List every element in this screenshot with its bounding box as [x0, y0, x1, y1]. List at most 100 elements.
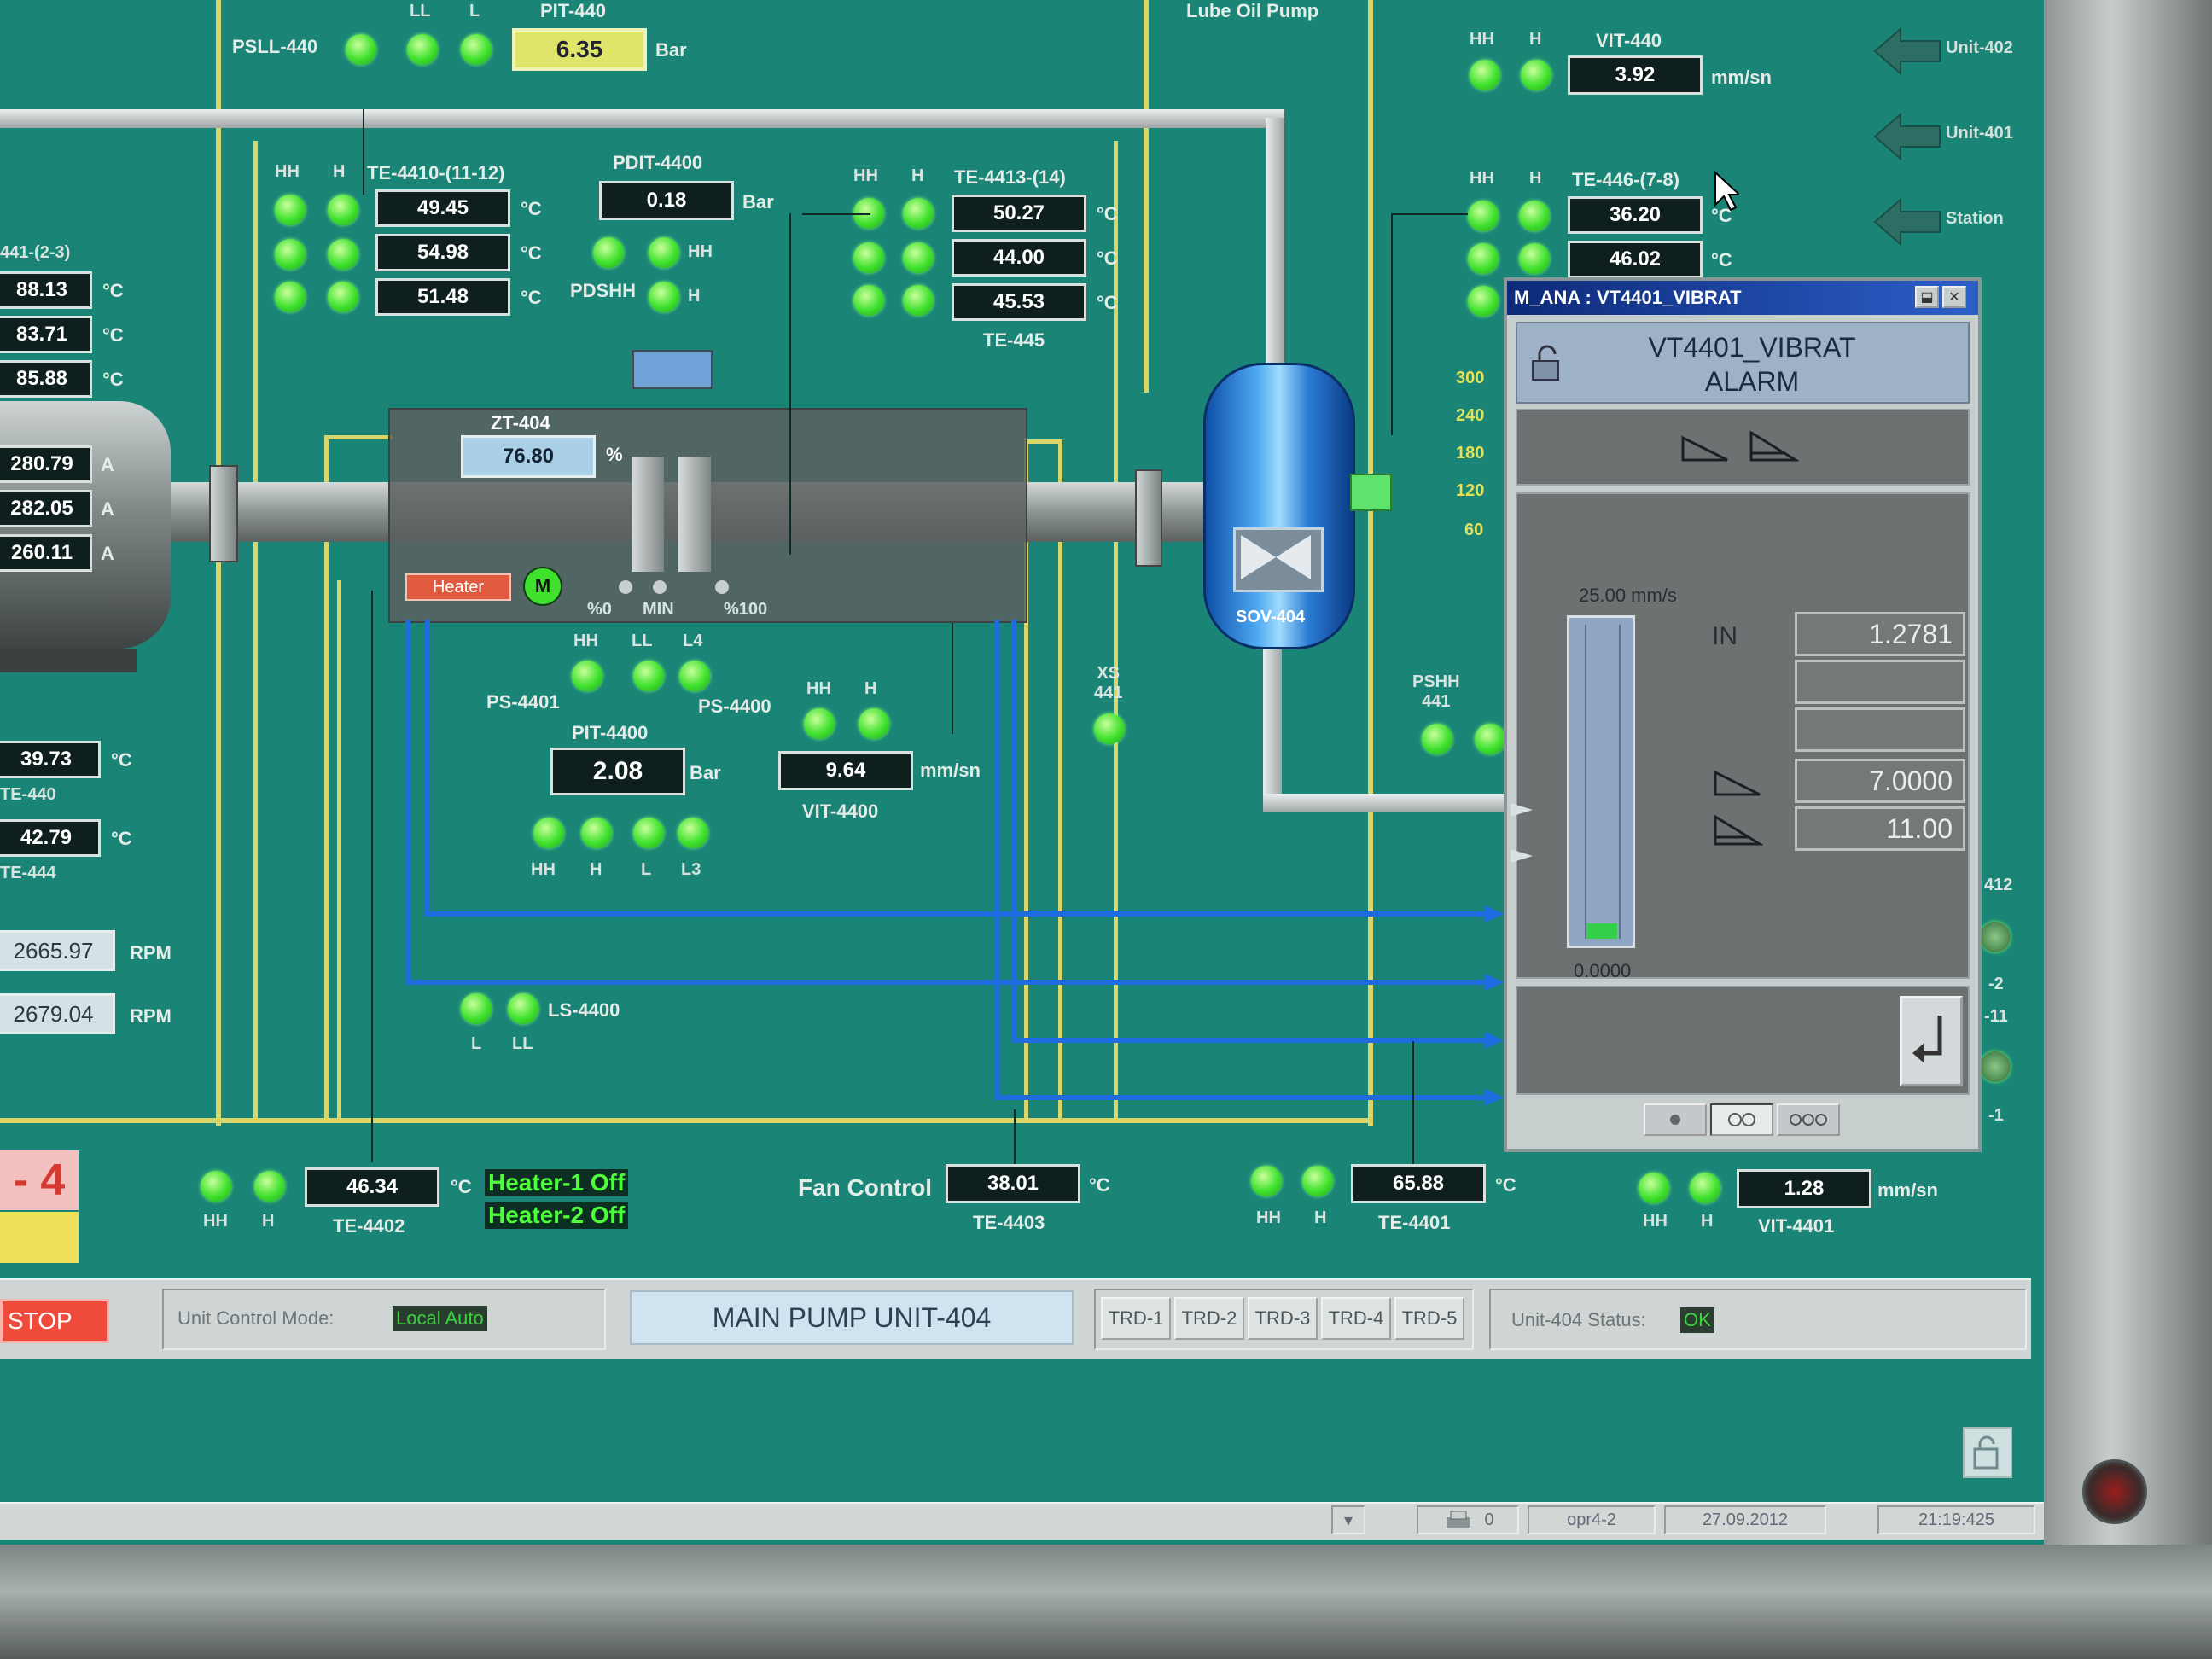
date-cell: 27.09.2012: [1664, 1505, 1826, 1534]
in-value: 1.2781: [1795, 612, 1965, 656]
analog-faceplate-window[interactable]: M_ANA : VT4401_VIBRAT ⬓ ✕ VT4401_VIBRAT …: [1504, 277, 1982, 1152]
te-446-indicator: [1468, 243, 1499, 274]
te-4401-value[interactable]: 65.88: [1351, 1164, 1486, 1203]
view-button-3[interactable]: [1777, 1103, 1840, 1136]
scale-tick: 240: [1456, 406, 1485, 425]
psll-440-label: PSLL-440: [232, 36, 318, 57]
monitor-bezel: [2044, 0, 2212, 1659]
position-0-label: %0: [587, 600, 612, 619]
te-4413-unit: °C: [1097, 292, 1118, 313]
vit-4400-hh-label: HH: [806, 679, 831, 698]
pit-4400-value[interactable]: 2.08: [550, 748, 685, 795]
instrument-line: [789, 213, 791, 555]
status-label: Unit-404 Status:: [1511, 1309, 1646, 1330]
pit-440-value[interactable]: 6.35: [512, 28, 647, 71]
te-4410-value-1[interactable]: 49.45: [375, 189, 510, 227]
motor-status-indicator[interactable]: M: [523, 567, 562, 606]
speed-value-1[interactable]: 2665.97: [0, 930, 115, 971]
printer-cell[interactable]: 0: [1417, 1505, 1519, 1534]
range-max-label: 25.00 mm/s: [1579, 585, 1677, 606]
te-4413-value-1[interactable]: 50.27: [952, 195, 1086, 232]
te-4413-h-label: H: [911, 166, 924, 185]
te-4410-indicator: [328, 195, 358, 225]
unit-title: MAIN PUMP UNIT-404: [630, 1290, 1074, 1345]
pit-4400-hh-label: HH: [531, 860, 556, 879]
te-4402-h-label: H: [262, 1212, 275, 1231]
instrument-line: [952, 623, 953, 734]
vit-4401-value[interactable]: 1.28: [1737, 1169, 1871, 1208]
h-limit-icon[interactable]: [1679, 434, 1731, 463]
ps-ll-indicator: [633, 661, 664, 691]
instrument-line: [363, 109, 364, 195]
te-4402-hh-label: HH: [203, 1212, 228, 1231]
te-446-value-1[interactable]: 36.20: [1568, 196, 1703, 234]
amp-unit: A: [101, 543, 114, 564]
xs-441-label: XS 441: [1094, 664, 1123, 702]
signal-arrow: [1485, 1089, 1504, 1106]
view-button-1[interactable]: [1644, 1103, 1707, 1136]
speed-value-2[interactable]: 2679.04: [0, 993, 115, 1034]
view-button-2[interactable]: [1710, 1103, 1773, 1136]
te-440-value[interactable]: 39.73: [0, 741, 101, 778]
ls-4400-ll-indicator: [508, 993, 538, 1024]
motor-current-1[interactable]: 280.79: [0, 445, 92, 483]
action-panel: [1516, 986, 1970, 1095]
alarm-state: ALARM: [1704, 366, 1800, 397]
psll-440-indicator: [346, 34, 376, 65]
scada-screen: PSLL-440 LL L PIT-440 6.35 Bar Lube Oil …: [0, 0, 2044, 1545]
stop-button[interactable]: STOP: [0, 1299, 109, 1343]
heater-indicator[interactable]: Heater: [405, 573, 511, 601]
power-button-icon[interactable]: [2082, 1459, 2147, 1524]
trd-2-button[interactable]: TRD-2: [1174, 1297, 1244, 1340]
unit-401-nav-button[interactable]: Unit-401: [1873, 111, 2044, 162]
pdit-4400-value[interactable]: 0.18: [599, 181, 734, 220]
position-dot: [715, 580, 729, 594]
hh-limit-value[interactable]: 11.00: [1795, 806, 1965, 851]
station-nav-button[interactable]: Station: [1873, 196, 2044, 247]
te-4413-value-3[interactable]: 45.53: [952, 283, 1086, 321]
signal-line: [425, 620, 430, 914]
hh-limit-icon[interactable]: [1748, 429, 1799, 463]
te-4413-value-2[interactable]: 44.00: [952, 239, 1086, 276]
close-button[interactable]: ✕: [1942, 286, 1966, 308]
te-445-tag: TE-445: [983, 329, 1045, 351]
scroll-dropdown[interactable]: ▾: [1331, 1505, 1365, 1534]
coupling: [1135, 469, 1162, 567]
te-4403-value[interactable]: 38.01: [946, 1164, 1080, 1203]
vit-440-value[interactable]: 3.92: [1568, 55, 1703, 95]
te-444-tag: TE-444: [0, 864, 56, 882]
te-4410-value-3[interactable]: 51.48: [375, 278, 510, 316]
signal-line: [405, 620, 410, 982]
confirm-button[interactable]: [1900, 996, 1963, 1086]
tag-name: VT4401_VIBRAT: [1648, 332, 1856, 363]
unit-402-nav-button[interactable]: Unit-402: [1873, 26, 2044, 77]
trd-5-button[interactable]: TRD-5: [1394, 1297, 1464, 1340]
vit-4400-value[interactable]: 9.64: [778, 751, 913, 790]
motor-current-3[interactable]: 260.11: [0, 534, 92, 572]
sov-404-valve[interactable]: [1203, 363, 1355, 649]
h-limit-value[interactable]: 7.0000: [1795, 759, 1965, 803]
te-441-value-2[interactable]: 83.71: [0, 316, 92, 353]
te-441-value-3[interactable]: 85.88: [0, 360, 92, 398]
motor-current-2[interactable]: 282.05: [0, 490, 92, 527]
te-446-value-2[interactable]: 46.02: [1568, 241, 1703, 278]
trd-3-button[interactable]: TRD-3: [1248, 1297, 1318, 1340]
unit-status-block: [0, 1212, 79, 1263]
te-4410-value-2[interactable]: 54.98: [375, 234, 510, 271]
te-441-value-1[interactable]: 88.13: [0, 271, 92, 309]
te-4413-tag: TE-4413-(14): [954, 166, 1066, 188]
pin-button[interactable]: ⬓: [1915, 286, 1939, 308]
te-446-indicator: [1519, 243, 1550, 274]
trd-4-button[interactable]: TRD-4: [1321, 1297, 1391, 1340]
te-4413-indicator: [903, 285, 934, 316]
lock-button[interactable]: [1963, 1427, 2012, 1478]
instrument-line: [371, 591, 373, 1162]
te-4413-indicator: [903, 198, 934, 229]
te-4402-value[interactable]: 46.34: [305, 1167, 439, 1207]
trd-1-button[interactable]: TRD-1: [1101, 1297, 1171, 1340]
zt-404-value[interactable]: 76.80: [461, 435, 596, 478]
enclosure-wall: [0, 1118, 1373, 1123]
te-444-value[interactable]: 42.79: [0, 819, 101, 857]
vit-4401-h-label: H: [1701, 1212, 1714, 1231]
valve-icon: [1241, 535, 1311, 579]
